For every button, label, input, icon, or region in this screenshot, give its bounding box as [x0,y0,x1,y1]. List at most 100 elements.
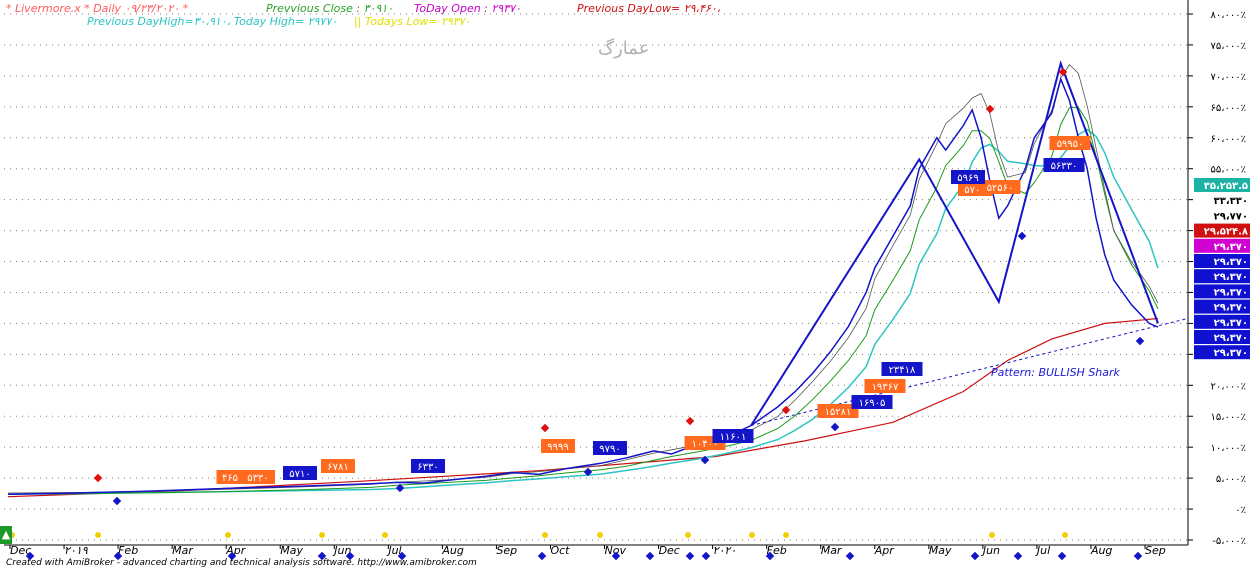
x-tick-label: Mar [172,544,194,557]
yellow-dot [783,532,789,538]
x-tick-label: Sep [1145,544,1166,557]
blue-label: ۲۳۴۱۸ [889,365,916,376]
blue-signal-marker [1135,336,1145,346]
x-tick-label: ۲۰۲۰ [713,544,737,557]
yellow-dot [749,532,755,538]
x-tick-label: Aug [1090,544,1112,557]
right-tag-label: ۲۹،۳۷۰ [1214,318,1248,329]
blue-label: ۵۶۳۳۰ [1051,161,1078,172]
orange-label: ۶۷۸۱ [327,462,348,473]
yellow-dot [685,532,691,538]
x-tick-label: ۲۰۱۹ [64,544,88,557]
blue-label: ۵۷۱۰ [289,469,310,480]
right-tag-label: ۲۹،۳۷۰ [1214,257,1248,268]
red-signal-marker [93,473,103,483]
blue-bottom-marker [970,551,980,561]
footer-credit: Created with AmiBroker - advanced charti… [6,558,477,568]
orange-label: ۵۹۹۵۰ [1057,139,1084,150]
blue-bottom-marker [701,551,711,561]
right-tag-label: ۲۹،۳۷۰ [1214,272,1248,283]
x-tick-label: May [280,544,303,557]
x-tick-label: Dec [659,544,680,557]
x-tick-label: Aug [441,544,463,557]
yellow-dot [597,532,603,538]
yellow-dot [225,532,231,538]
pattern-baseline [750,317,1189,427]
yellow-dot [542,532,548,538]
x-tick-label: Apr [225,544,247,557]
pattern-label: Pattern: BULLISH Shark [991,366,1120,379]
y-tick-label: ۷۵،۰۰۰٪ [1211,41,1246,52]
blue-bottom-marker [1013,551,1023,561]
up-arrow-icon: ▲ [0,526,12,544]
y-tick-label: ۲۰،۰۰۰٪ [1211,381,1246,392]
x-tick-label: Sep [496,544,517,557]
blue-label: ۹۷۹۰ [599,444,620,455]
blue-bottom-marker [645,551,655,561]
x-tick-label: Jun [981,544,1000,557]
blue-label: ۱۶۹۰۵ [859,398,886,409]
yellow-dot [989,532,995,538]
ma-green-line [7,107,1159,495]
blue-bottom-marker [685,551,695,561]
right-tag-label: ۳۵،۲۵۳.۵ [1204,181,1248,192]
blue-signal-marker [830,422,840,432]
right-tag-label: ۲۹،۳۷۰ [1214,303,1248,314]
orange-label: ۵۲۵۶۰ [987,183,1014,194]
blue-bottom-marker [1057,551,1067,561]
orange-label: ۱۹۳۶۷ [872,382,899,393]
blue-signal-marker [112,496,122,506]
y-tick-label: ۵،۰۰۰٪ [1216,474,1246,485]
blue-label: ۵۹۶۹ [957,173,978,184]
blue-bottom-marker [845,551,855,561]
blue-label: ۱۱۶۰۱ [720,432,747,443]
y-tick-label: -۵،۰۰۰٪ [1212,536,1246,547]
header-prev-close: Prevvious Close : ۳۰۹۱۰ [266,2,394,15]
chart-container: ۸۰،۰۰۰٪ ۷۵،۰۰۰٪ ۷۰،۰۰۰٪ ۶۵،۰۰۰٪ ۶۰،۰۰۰٪ ۵۵،۰۰… [0,0,1250,571]
orange-label: ۵۳۳۰ [247,473,268,484]
orange-label: ۴۶۵ [222,473,238,484]
blue-bottom-marker [1133,551,1143,561]
x-tick-label: Oct [550,544,570,557]
red-signal-marker [985,104,995,114]
y-tick-label: ۷۰،۰۰۰٪ [1211,72,1246,83]
blue-bottom-marker [537,551,547,561]
y-tick-label: ۱۵،۰۰۰٪ [1211,412,1246,423]
right-tag-label: ۲۹،۷۷۰ [1214,211,1248,222]
blue-label: ۶۳۳۰ [417,462,438,473]
red-signal-marker [781,405,791,415]
header-prev-daylow: Previous DayLow= ۲۹،۴۶۰، [577,2,721,15]
right-tag-label: ۲۹،۳۷۰ [1214,242,1248,253]
x-tick-label: May [929,544,952,557]
price-chart: ۸۰،۰۰۰٪ ۷۵،۰۰۰٪ ۷۰،۰۰۰٪ ۶۵،۰۰۰٪ ۶۰،۰۰۰٪ ۵۵،۰۰… [4,0,1250,561]
price-line [7,76,1159,495]
y-tick-label: ۵۵،۰۰۰٪ [1211,165,1246,176]
right-tag-label: ۲۹،۳۷۰ [1214,348,1248,359]
ma-long-line [7,317,1159,498]
x-tick-label: Apr [874,544,896,557]
yellow-dot [382,532,388,538]
header-today-low: || Todays Low= ۲۹۳۷۰ [354,15,471,28]
right-tag-label: ۲۹،۵۲۴.۸ [1204,227,1248,238]
header-livermore: * Livermore.x * Daily ۰۹/۲۳/۲۰۲۰ * [6,2,189,15]
right-tag-label: ۲۹،۳۷۰ [1214,333,1248,344]
watermark: عمارگ [598,38,650,59]
header-prev-dayhigh: Previous DayHigh=۳۰،۹۱۰، Today High= ۲۹۷… [87,15,338,28]
right-tag-label: ۲۹،۳۷۰ [1214,287,1248,298]
red-signal-marker [540,423,550,433]
y-tick-label: ۶۵،۰۰۰٪ [1211,103,1246,114]
y-tick-label: ۸۰،۰۰۰٪ [1211,10,1246,21]
yellow-dot [1062,532,1068,538]
blue-signal-marker [1017,231,1027,241]
red-signal-marker [685,416,695,426]
orange-label: ۹۹۹۹ [547,442,568,453]
y-tick-label: ۱۰،۰۰۰٪ [1211,443,1246,454]
yellow-dot [319,532,325,538]
x-tick-label: Mar [821,544,843,557]
y-tick-label: ۶۰،۰۰۰٪ [1211,134,1246,145]
y-tick-label: ۰٪ [1235,505,1246,516]
orange-label: ۱۵۲۸۱ [825,407,852,418]
yellow-dot [95,532,101,538]
header-today-open: ToDay Open : ۲۹۳۷۰ [414,2,521,15]
right-tag-label: ۳۳،۳۳۰ [1214,196,1248,207]
